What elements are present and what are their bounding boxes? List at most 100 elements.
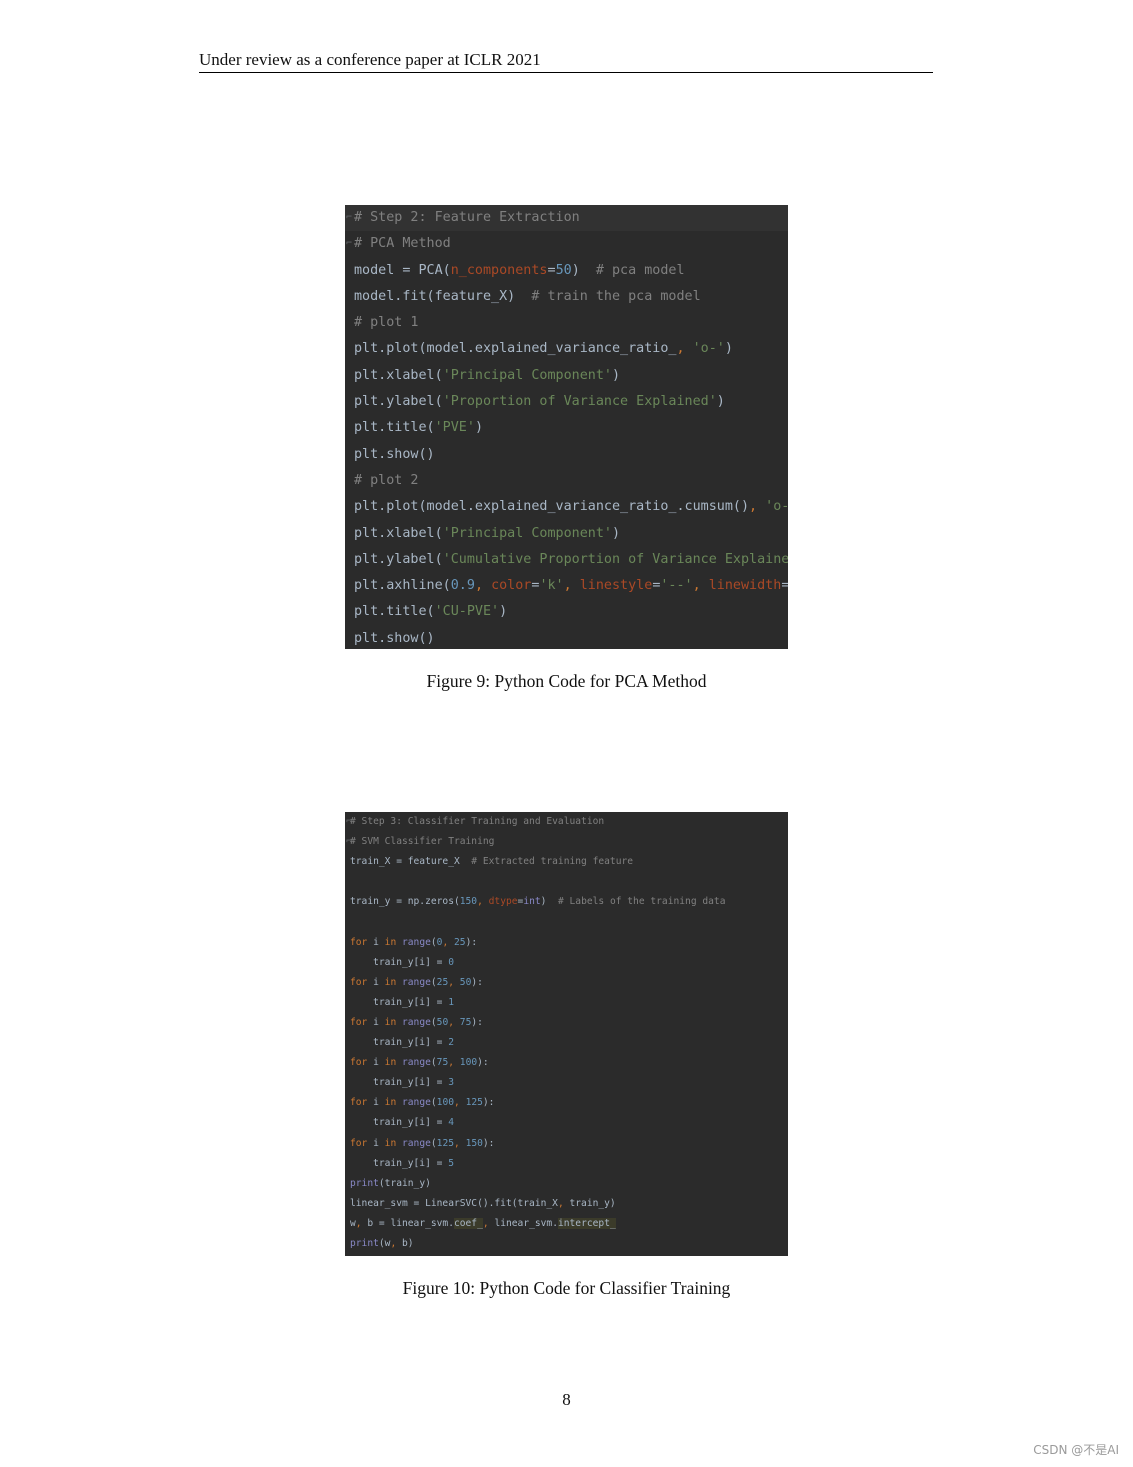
code-token: , bbox=[448, 976, 460, 988]
code-token: print bbox=[350, 1237, 379, 1249]
code-line: ⌐ # Step 2: Feature Extraction bbox=[345, 205, 788, 232]
code-line: for i in range(25, 50): bbox=[345, 973, 788, 993]
code-token: 4 bbox=[448, 1117, 454, 1129]
code-token: 2 bbox=[448, 1037, 454, 1049]
code-token: plt.plot(model.explained_variance_ratio_… bbox=[354, 499, 750, 515]
code-token: ) bbox=[499, 604, 508, 620]
code-token: in bbox=[384, 1057, 402, 1069]
code-token: # plot 1 bbox=[354, 315, 419, 331]
code-token: plt.ylabel( bbox=[354, 394, 443, 410]
code-token: plt.title( bbox=[354, 604, 435, 620]
code-token: , bbox=[692, 578, 709, 594]
code-token: train_y[i] = bbox=[350, 1037, 449, 1049]
fold-icon: ⌐ bbox=[346, 836, 353, 848]
code-line: # plot 1 bbox=[345, 310, 788, 336]
code-token: 75 bbox=[436, 1057, 449, 1069]
fold-icon: ⌐ bbox=[346, 238, 353, 250]
code-token: 25 bbox=[454, 936, 466, 948]
code-line: train_y[i] = 5 bbox=[345, 1154, 788, 1174]
code-line: for i in range(0, 25): bbox=[345, 933, 788, 953]
code-line: train_y[i] = 1 bbox=[345, 993, 788, 1013]
code-token: for bbox=[350, 1016, 374, 1028]
code-token: , bbox=[676, 341, 693, 357]
code-token: 5 bbox=[448, 1157, 454, 1169]
code-token: 'k' bbox=[539, 578, 564, 594]
code-token: ): bbox=[482, 1137, 495, 1149]
code-token: ) bbox=[612, 367, 621, 383]
code-token: , bbox=[442, 936, 455, 948]
code-token: i bbox=[373, 1097, 385, 1109]
code-line: model.fit(feature_X) # train the pca mod… bbox=[345, 284, 788, 310]
code-token: plt.axhline( bbox=[354, 578, 451, 594]
code-token: for bbox=[350, 976, 374, 988]
code-line: for i in range(100, 125): bbox=[345, 1093, 788, 1113]
classifier-code-block: ⌐ # Step 3: Classifier Training and Evalu… bbox=[345, 812, 788, 1256]
code-token: ): bbox=[465, 936, 478, 948]
code-token: 25 bbox=[436, 976, 449, 988]
code-token: linewidth bbox=[708, 578, 782, 594]
code-line: plt.plot(model.explained_variance_ratio_… bbox=[345, 494, 788, 520]
code-token: range bbox=[402, 976, 431, 988]
code-token: train_X = feature_X bbox=[350, 856, 472, 868]
code-token: plt.show() bbox=[354, 446, 435, 462]
code-token: ): bbox=[471, 976, 483, 988]
code-line: ⌐ # PCA Method bbox=[345, 231, 788, 257]
code-token: train_y) bbox=[569, 1197, 616, 1209]
code-line: plt.ylabel('Cumulative Proportion of Var… bbox=[345, 547, 788, 573]
code-token: b) bbox=[402, 1237, 414, 1249]
code-token: , bbox=[749, 499, 766, 515]
code-token: for bbox=[350, 1137, 374, 1149]
code-token: 125 bbox=[465, 1097, 483, 1109]
code-token: range bbox=[402, 1137, 431, 1149]
code-token: range bbox=[402, 936, 431, 948]
code-token: , bbox=[482, 1217, 495, 1229]
code-line: ⌐ # Step 3: Classifier Training and Evalu… bbox=[345, 812, 788, 832]
code-token: 50 bbox=[555, 262, 572, 278]
code-token: in bbox=[384, 1016, 402, 1028]
code-line: train_X = feature_X # Extracted training… bbox=[345, 852, 788, 872]
code-token: b = linear_svm. bbox=[367, 1217, 454, 1229]
code-token: in bbox=[384, 976, 402, 988]
code-token: ) bbox=[540, 896, 558, 908]
code-line: model = PCA(n_components=50) # pca model bbox=[345, 258, 788, 284]
code-token: in bbox=[384, 1137, 402, 1149]
code-line: for i in range(75, 100): bbox=[345, 1053, 788, 1073]
code-line: linear_svm = LinearSVC().fit(train_X, tr… bbox=[345, 1194, 788, 1214]
code-token: ) bbox=[474, 420, 483, 436]
code-line: plt.plot(model.explained_variance_ratio_… bbox=[345, 336, 788, 362]
code-token: i bbox=[373, 1137, 385, 1149]
page-number: 8 bbox=[562, 1390, 571, 1409]
code-token: linear_svm. bbox=[494, 1217, 558, 1229]
code-token: i bbox=[373, 936, 385, 948]
code-token: 75 bbox=[459, 1016, 472, 1028]
code-token: train_y[i] = bbox=[350, 956, 449, 968]
code-line: train_y[i] = 4 bbox=[345, 1113, 788, 1133]
code-token: # Extracted training feature bbox=[471, 856, 634, 868]
code-token: ): bbox=[477, 1057, 489, 1069]
code-line: # plot 2 bbox=[345, 468, 788, 494]
code-token: # Step 2: Feature Extraction bbox=[354, 210, 580, 225]
code-token: range bbox=[402, 1016, 431, 1028]
code-token: 0 bbox=[448, 956, 454, 968]
code-token: train_y[i] = bbox=[350, 1157, 449, 1169]
code-token: coef_ bbox=[453, 1217, 483, 1229]
code-token: i bbox=[373, 1057, 385, 1069]
code-line: train_y[i] = 0 bbox=[345, 953, 788, 973]
code-token: , bbox=[563, 578, 580, 594]
fold-icon: ⌐ bbox=[346, 212, 353, 223]
code-line: w, b = linear_svm.coef_, linear_svm.inte… bbox=[345, 1214, 788, 1234]
code-token: # train the pca model bbox=[531, 288, 701, 304]
code-token: , bbox=[448, 1057, 460, 1069]
code-token: , bbox=[390, 1237, 403, 1249]
code-line: print(train_y) bbox=[345, 1174, 788, 1194]
figure-10-caption: Figure 10: Python Code for Classifier Tr… bbox=[402, 1278, 731, 1298]
code-token: train_y = np.zeros( bbox=[350, 896, 460, 908]
code-token: linear_svm = LinearSVC().fit(train_X bbox=[350, 1197, 558, 1209]
code-line: plt.title('PVE') bbox=[345, 415, 788, 441]
pca-code-block: ⌐ # Step 2: Feature Extraction ⌐ # PCA Meth… bbox=[345, 205, 788, 649]
code-token: for bbox=[350, 936, 374, 948]
code-token: linestyle bbox=[579, 578, 653, 594]
code-token: plt.show() bbox=[354, 630, 435, 646]
code-token: range bbox=[402, 1097, 431, 1109]
